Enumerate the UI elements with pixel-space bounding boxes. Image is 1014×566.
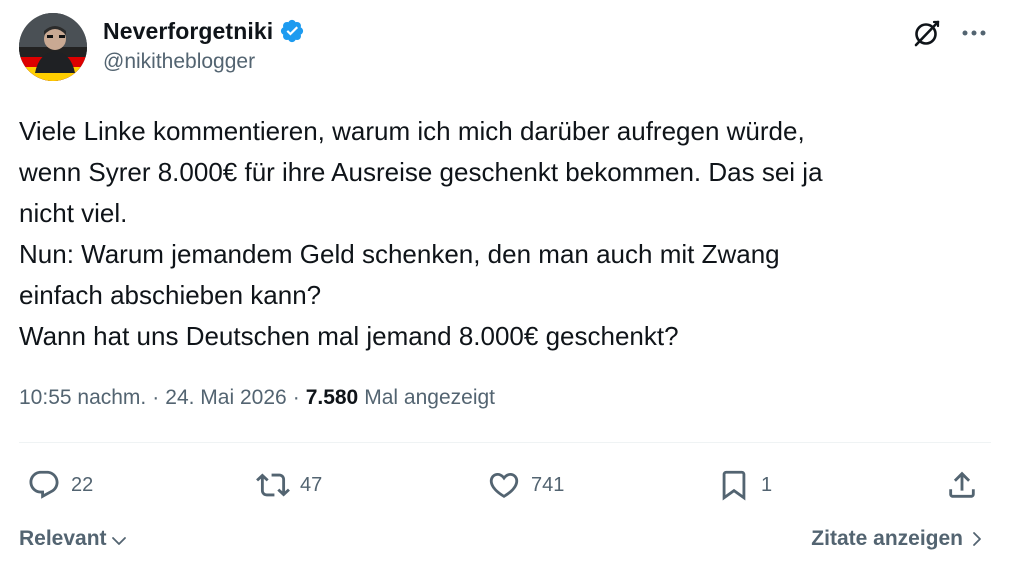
views-count[interactable]: 7.580 — [306, 386, 359, 410]
bookmark-button[interactable]: 1 — [717, 465, 772, 505]
grok-icon[interactable] — [911, 17, 943, 49]
tweet-card: Neverforgetniki @nikitheblogger Viele Li… — [0, 0, 1014, 566]
meta-separator: · — [152, 386, 160, 409]
like-count: 741 — [531, 473, 565, 496]
avatar-image — [19, 13, 87, 81]
retweet-button[interactable]: 47 — [256, 465, 322, 505]
avatar[interactable] — [19, 13, 87, 81]
sort-label: Relevant — [19, 527, 107, 550]
tweet-text-line: nicht viel. — [19, 198, 128, 228]
author-handle[interactable]: @nikitheblogger — [103, 50, 255, 74]
reply-button[interactable]: 22 — [27, 465, 93, 505]
retweet-count: 47 — [300, 473, 323, 496]
tweet-text-line: Wann hat uns Deutschen mal jemand 8.000€… — [19, 321, 679, 351]
view-quotes-link[interactable]: Zitate anzeigen — [811, 522, 986, 556]
tweet-text-line: einfach abschieben kann? — [19, 280, 322, 310]
like-button[interactable]: 741 — [487, 465, 564, 505]
verified-badge-icon[interactable] — [279, 18, 305, 44]
bookmark-icon — [722, 470, 746, 501]
chevron-down-icon — [111, 537, 126, 545]
tweet-text-line: wenn Syrer 8.000€ für ihre Ausreise gesc… — [19, 157, 823, 187]
tweet-text-line: Viele Linke kommentieren, warum ich mich… — [19, 116, 805, 146]
tweet-time[interactable]: 10:55 nachm. — [19, 386, 146, 410]
views-label[interactable]: Mal angezeigt — [364, 386, 495, 410]
meta-separator: · — [292, 386, 300, 409]
more-icon[interactable] — [958, 17, 990, 49]
divider — [19, 442, 991, 443]
author-display-name[interactable]: Neverforgetniki — [103, 18, 273, 45]
reply-icon — [29, 470, 59, 499]
bookmark-count: 1 — [761, 473, 773, 496]
tweet-text-line: Nun: Warum jemandem Geld schenken, den m… — [19, 239, 780, 269]
share-icon — [949, 471, 975, 498]
retweet-icon — [256, 473, 290, 497]
sort-relevant-dropdown[interactable]: Relevant — [19, 522, 128, 556]
tweet-text: Viele Linke kommentieren, warum ich mich… — [19, 111, 979, 357]
heart-icon — [489, 472, 519, 498]
quotes-label: Zitate anzeigen — [811, 527, 963, 550]
chevron-right-icon — [973, 532, 981, 546]
author-name-row: Neverforgetniki — [103, 14, 305, 48]
reply-count: 22 — [71, 473, 94, 496]
tweet-meta: 10:55 nachm. · 24. Mai 2026 · 7.580 Mal … — [19, 382, 495, 414]
share-button[interactable] — [945, 465, 979, 505]
tweet-date[interactable]: 24. Mai 2026 — [165, 386, 286, 410]
